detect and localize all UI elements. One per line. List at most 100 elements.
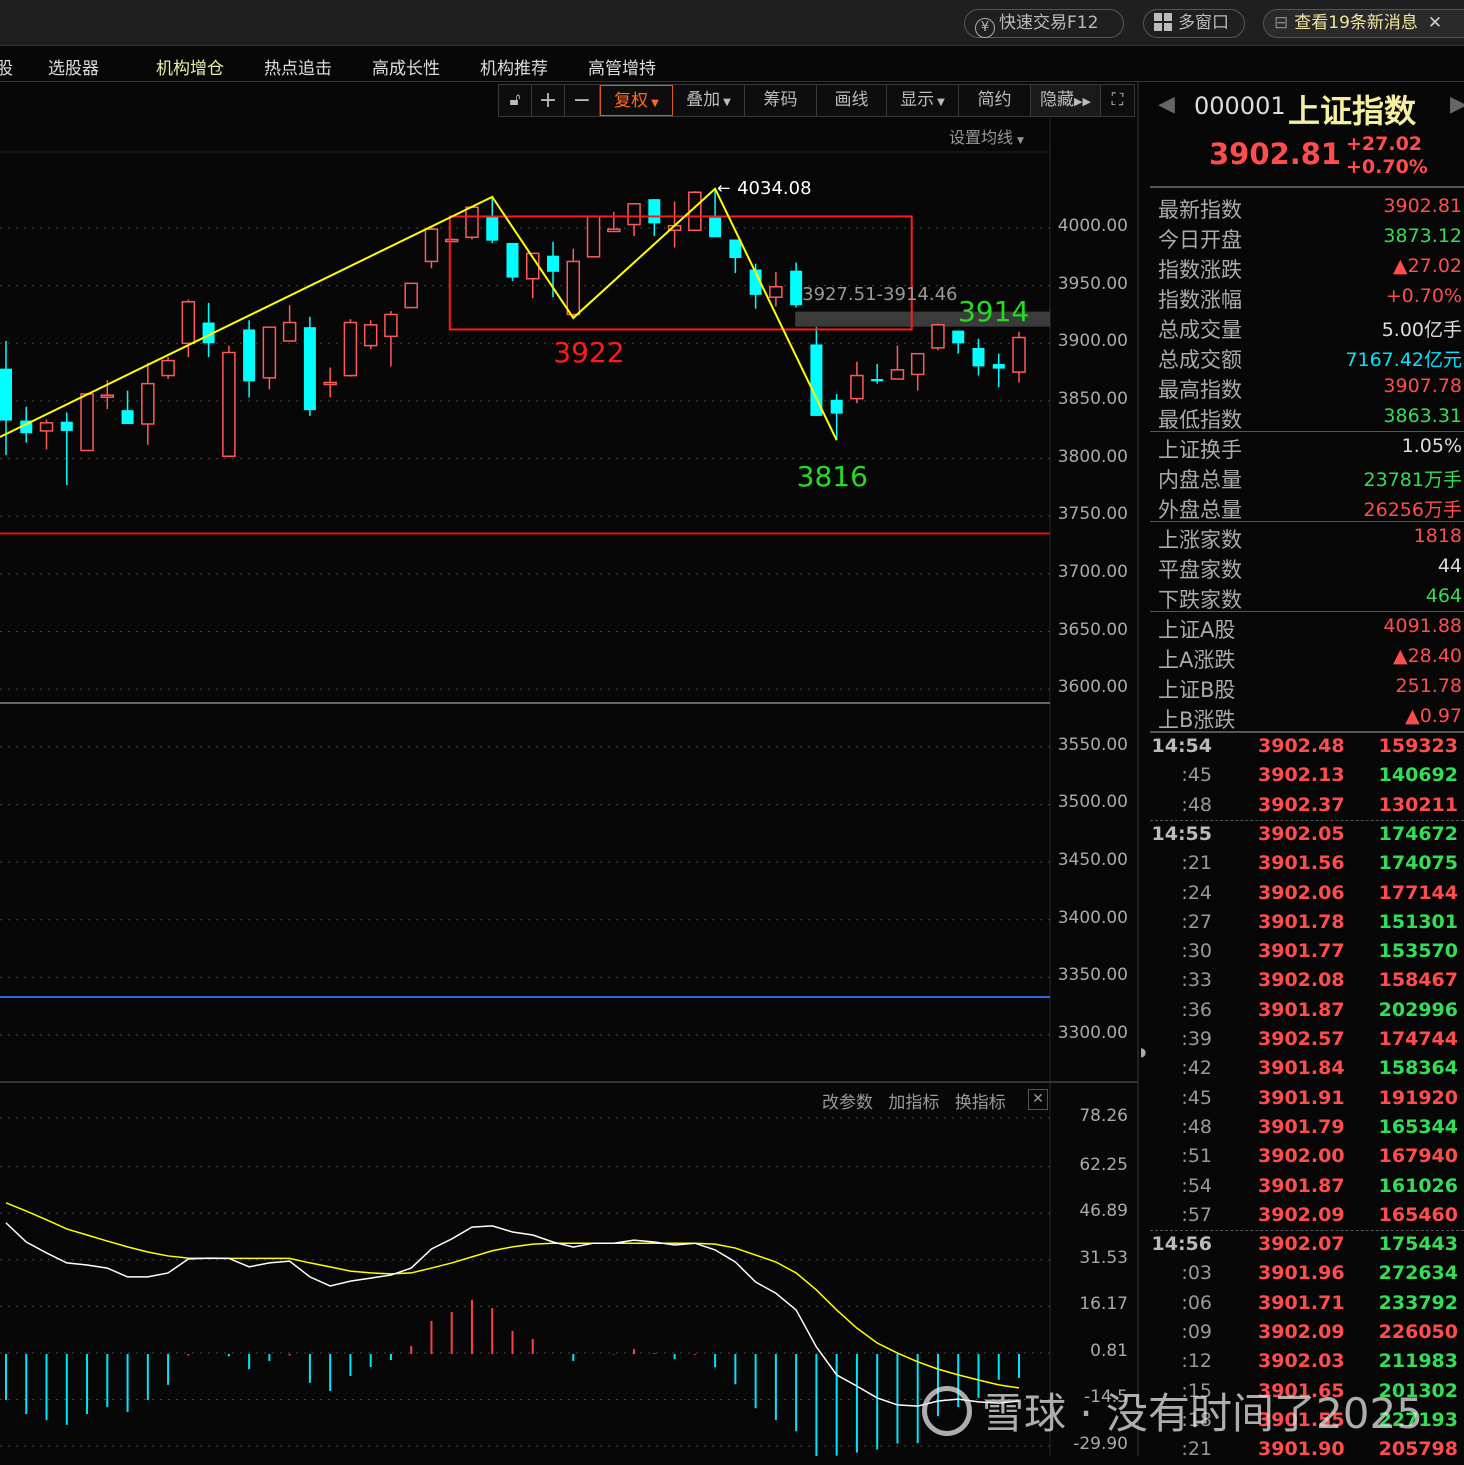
tick-row: :57 3902.09 165460 [1150,1202,1464,1231]
candle [769,271,783,307]
info-label: 内盘总量 [1158,468,1242,492]
dif-line [5,1222,1020,1407]
tick-price: 3901.87 [1258,1174,1345,1197]
candle [303,316,316,416]
tick-volume: 177144 [1378,881,1458,904]
info-row: 内盘总量 23781万手 [1158,462,1462,492]
tick-time: :21 [1181,852,1212,875]
stock-code: 000001 [1194,92,1286,120]
info-value: 5.00亿手 [1381,319,1462,341]
info-row: 最新指数 3902.81 [1158,192,1462,222]
info-value: 251.78 [1395,675,1462,697]
tick-volume: 211983 [1378,1350,1458,1373]
candle-body [871,379,884,382]
tick-time: :27 [1181,910,1212,933]
tick-volume: 233792 [1378,1291,1458,1314]
candle [586,215,601,258]
tick-row: :45 3902.13 140692 [1150,762,1464,791]
candle-body [343,321,358,377]
indicator-tick-label: 46.89 [1079,1201,1128,1222]
info-value: ▲0.97 [1405,705,1462,727]
tick-price: 3902.06 [1258,881,1345,904]
switch-indicator-button[interactable]: 换指标 [955,1093,1006,1113]
candle [566,248,581,318]
info-value: +0.70% [1385,285,1462,307]
indicator-controls: 改参数 加指标 换指标 [822,1088,1006,1113]
tick-row: :54 3901.87 161026 [1150,1173,1464,1202]
candle-body [100,394,115,398]
price-tick-label: 3900.00 [1057,331,1128,352]
candle [1012,331,1026,383]
close-indicator-icon[interactable]: ✕ [1028,1089,1048,1110]
tick-row: :21 3901.56 174075 [1150,850,1464,879]
watermark: 雪球 · 没有时间了2025 [922,1380,1423,1441]
tick-price: 3901.78 [1258,910,1345,933]
info-label: 最低指数 [1158,408,1242,432]
candle [952,330,965,354]
info-value: 1.05% [1401,435,1462,457]
tick-time: :54 [1181,1174,1212,1197]
tick-price: 3902.09 [1258,1321,1345,1343]
candle-body [141,382,155,425]
tick-row: :51 3902.00 167940 [1150,1143,1464,1172]
price-tick-label: 3300.00 [1057,1023,1128,1044]
candle-body [465,206,479,238]
tick-volume: 158364 [1378,1057,1458,1080]
prev-arrow-icon[interactable]: ◀ [1158,92,1175,117]
info-row: 上A涨跌 ▲28.40 [1158,642,1462,672]
info-value: 4091.88 [1383,615,1462,637]
price-tick-label: 3600.00 [1057,677,1128,698]
close-icon[interactable]: ✕ [1428,13,1442,33]
candle [444,238,459,243]
collapse-panel-handle[interactable]: ◗ [1140,1036,1148,1068]
info-value: 3863.31 [1383,405,1462,427]
tick-price: 3901.96 [1258,1262,1345,1285]
tick-volume: 174744 [1378,1028,1458,1050]
tick-row: :45 3901.91 191920 [1150,1085,1464,1114]
candle-body [586,215,601,258]
messages-button[interactable]: ⊟ 查看19条新消息 ✕ [1263,9,1464,38]
price-tick-label: 4000.00 [1057,216,1128,236]
chart-label: 3914 [957,295,1030,329]
tick-price: 3902.00 [1258,1145,1345,1168]
tick-row: :06 3901.71 233792 [1150,1290,1464,1319]
candle-body [566,260,581,316]
multi-window-button[interactable]: 多窗口 [1143,9,1245,38]
info-label: 上涨家数 [1158,528,1242,552]
tick-time: :24 [1181,881,1212,904]
tick-row: :48 3901.79 165344 [1150,1114,1464,1143]
info-label: 总成交额 [1158,348,1242,372]
candle-body [910,352,925,376]
change-params-button[interactable]: 改参数 [822,1093,873,1113]
tick-time: :06 [1181,1291,1212,1314]
info-label: 最新指数 [1158,198,1242,222]
tick-price: 3902.08 [1258,969,1345,992]
candle [181,299,196,358]
next-arrow-icon[interactable]: ▶ [1450,92,1464,117]
candle-body [1012,336,1026,373]
info-row: 上证A股 4091.88 [1158,612,1462,642]
candle-body [769,286,783,298]
candle [262,326,277,390]
tick-price: 3901.79 [1258,1115,1345,1138]
candle [384,311,398,367]
candle-body [0,368,12,421]
tick-volume: 167940 [1378,1145,1458,1168]
add-indicator-button[interactable]: 加指标 [888,1093,939,1113]
kline-chart[interactable]: ← [0,0,1140,1456]
tick-price: 3901.71 [1258,1291,1345,1314]
info-row: 总成交额 7167.42亿元 [1158,342,1462,372]
tick-price: 3901.87 [1258,998,1345,1021]
tick-time: :42 [1181,1057,1212,1080]
tick-price: 3902.05 [1258,822,1345,845]
info-row: 上B涨跌 ▲0.97 [1158,702,1462,732]
candle [141,362,155,445]
info-value: 26256万手 [1363,499,1462,521]
candle [424,226,439,269]
info-value: 7167.42亿元 [1345,349,1462,371]
candle-body [972,347,985,367]
candle [161,357,175,380]
last-price: 3902.81 [1209,137,1342,171]
candle [222,345,236,458]
tick-price: 3902.37 [1258,793,1345,816]
